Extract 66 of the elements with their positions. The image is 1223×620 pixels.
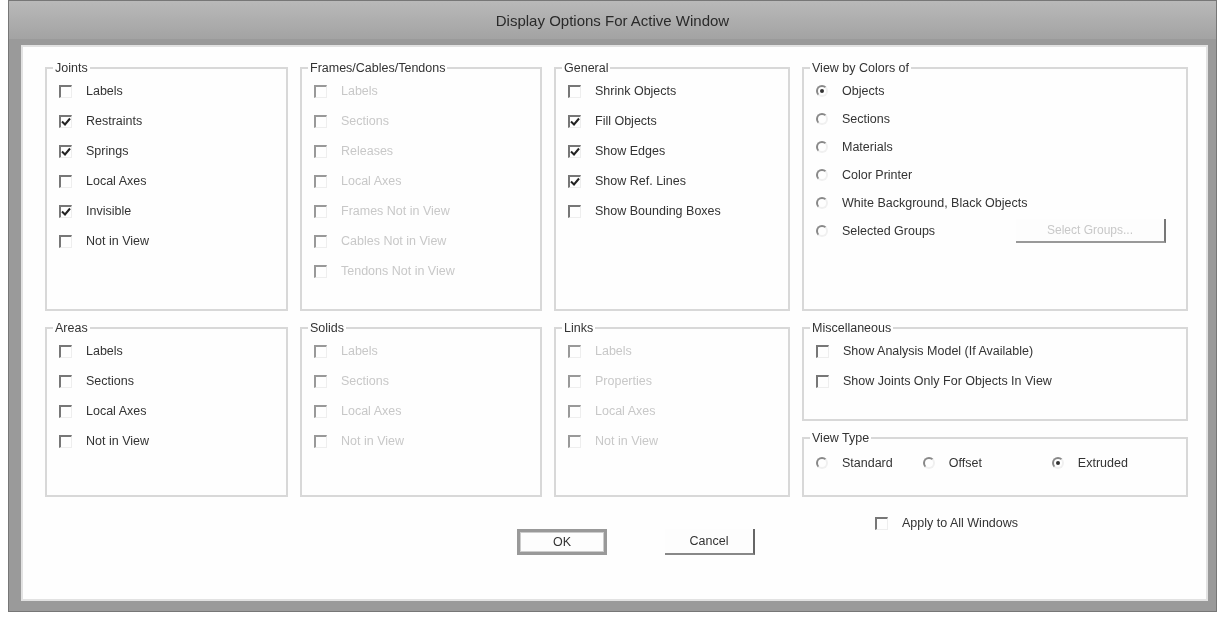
checkbox[interactable] <box>59 344 72 358</box>
option-label: Labels <box>86 84 123 98</box>
radio-button[interactable] <box>816 197 828 209</box>
checkbox[interactable] <box>59 234 72 248</box>
option-label: Offset <box>948 456 982 470</box>
group-title: Solids <box>309 321 346 335</box>
option-label: Color Printer <box>842 168 913 182</box>
checkbox[interactable] <box>568 144 581 158</box>
checkbox[interactable] <box>59 84 72 98</box>
checkbox[interactable] <box>59 404 72 418</box>
group-title: Miscellaneous <box>811 321 893 335</box>
group-title: Areas <box>54 321 89 335</box>
option-label: Show Joints Only For Objects In View <box>843 374 1052 388</box>
checkbox[interactable] <box>816 344 829 358</box>
radio-button[interactable] <box>1051 457 1064 469</box>
option-label: Show Edges <box>595 144 666 158</box>
option-label: Not in View <box>86 434 149 448</box>
group-title: Joints <box>54 61 89 75</box>
group-title: Frames/Cables/Tendons <box>309 61 447 75</box>
radio-button[interactable] <box>816 169 828 181</box>
option-label: Fill Objects <box>595 114 657 128</box>
group-title: View Type <box>811 431 871 445</box>
window-title: Display Options For Active Window <box>495 11 730 29</box>
option-label: Selected Groups <box>842 224 936 238</box>
option-label: Labels <box>86 344 123 358</box>
checkbox[interactable] <box>816 374 829 388</box>
option-label: Show Analysis Model (If Available) <box>843 344 1034 358</box>
checkbox[interactable] <box>568 84 581 98</box>
checkbox[interactable] <box>59 434 72 448</box>
checkbox[interactable] <box>59 204 72 218</box>
option-label: White Background, Black Objects <box>842 196 1028 210</box>
option-label: Standard <box>842 456 893 470</box>
option-label: Restraints <box>86 114 143 128</box>
option-label: Objects <box>842 84 885 98</box>
group-title: General <box>563 61 610 75</box>
option-label: Show Ref. Lines <box>595 174 687 188</box>
checkbox[interactable] <box>59 114 72 128</box>
option-label: Invisible <box>86 204 132 218</box>
ok-button[interactable]: OK <box>517 529 607 555</box>
group-title: Links <box>563 321 595 335</box>
option-label: Materials <box>842 140 893 154</box>
option-label: Shrink Objects <box>595 84 677 98</box>
cancel-button[interactable]: Cancel <box>665 529 755 555</box>
option-label: Show Bounding Boxes <box>595 204 721 218</box>
option-label: Local Axes <box>86 404 147 418</box>
checkbox[interactable] <box>59 374 72 388</box>
checkbox[interactable] <box>59 174 72 188</box>
checkbox[interactable] <box>568 204 581 218</box>
radio-button[interactable] <box>816 85 828 97</box>
radio-button[interactable] <box>816 113 828 125</box>
radio-button[interactable] <box>816 225 828 237</box>
checkbox[interactable] <box>568 174 581 188</box>
option-label: Sections <box>86 374 134 388</box>
group-title: View by Colors of <box>811 61 911 75</box>
option-label: Extruded <box>1077 456 1128 470</box>
checkbox[interactable] <box>875 516 888 530</box>
checkbox[interactable] <box>59 144 72 158</box>
radio-button[interactable] <box>816 457 828 469</box>
option-label: Apply to All Windows <box>902 516 1019 530</box>
option-label: Sections <box>842 112 890 126</box>
option-label: Local Axes <box>86 174 147 188</box>
radio-button[interactable] <box>922 457 935 469</box>
option-label: Springs <box>86 144 129 158</box>
radio-button[interactable] <box>816 141 828 153</box>
checkbox[interactable] <box>568 114 581 128</box>
option-label: Not in View <box>86 234 149 248</box>
